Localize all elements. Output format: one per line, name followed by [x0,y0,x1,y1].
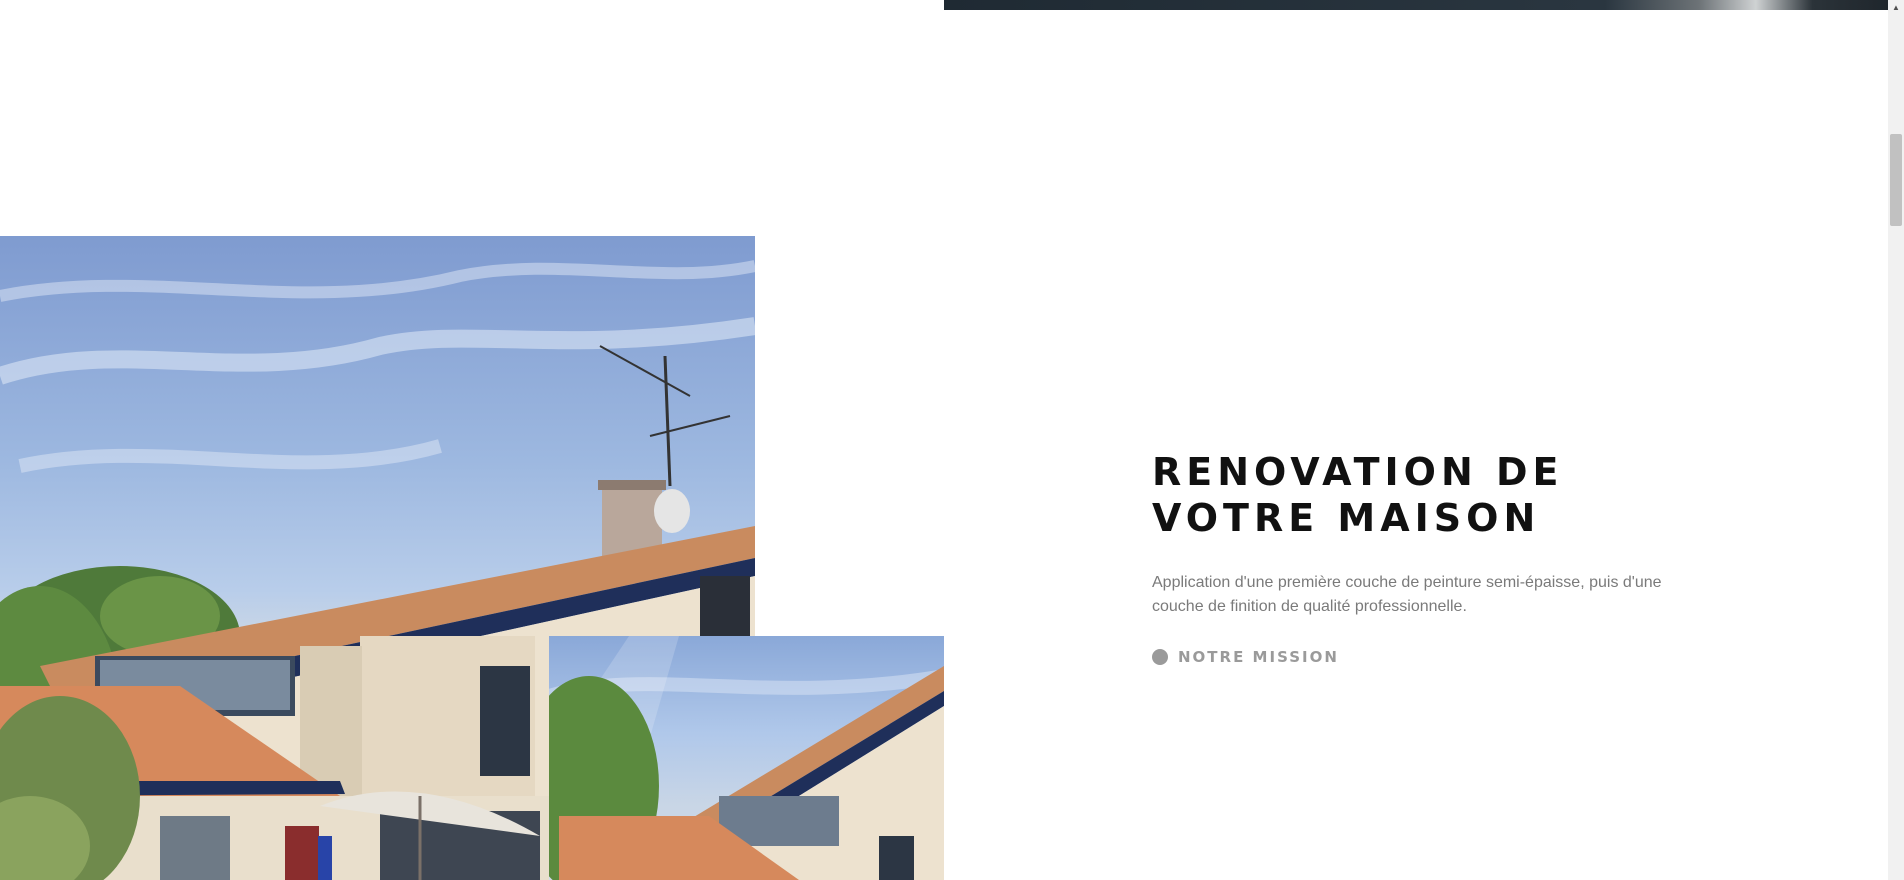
heading-line-1: RENOVATION DE [1152,450,1564,494]
dot-icon [1152,649,1168,665]
mission-link-label: NOTRE MISSION [1178,648,1339,666]
section-heading: RENOVATION DE VOTRE MAISON [1152,449,1712,541]
section-description: Application d'une première couche de pei… [1152,574,1662,615]
notre-mission-link[interactable]: NOTRE MISSION [1152,646,1339,668]
heading-line-2: VOTRE MAISON [1152,496,1541,540]
top-dark-image-band [944,0,1888,10]
scroll-up-arrow-icon[interactable]: ▲ [1888,0,1904,14]
house-exterior-detail-photo [549,636,944,880]
scrollbar-thumb[interactable] [1890,134,1902,226]
vertical-scrollbar[interactable]: ▲ [1888,0,1904,880]
